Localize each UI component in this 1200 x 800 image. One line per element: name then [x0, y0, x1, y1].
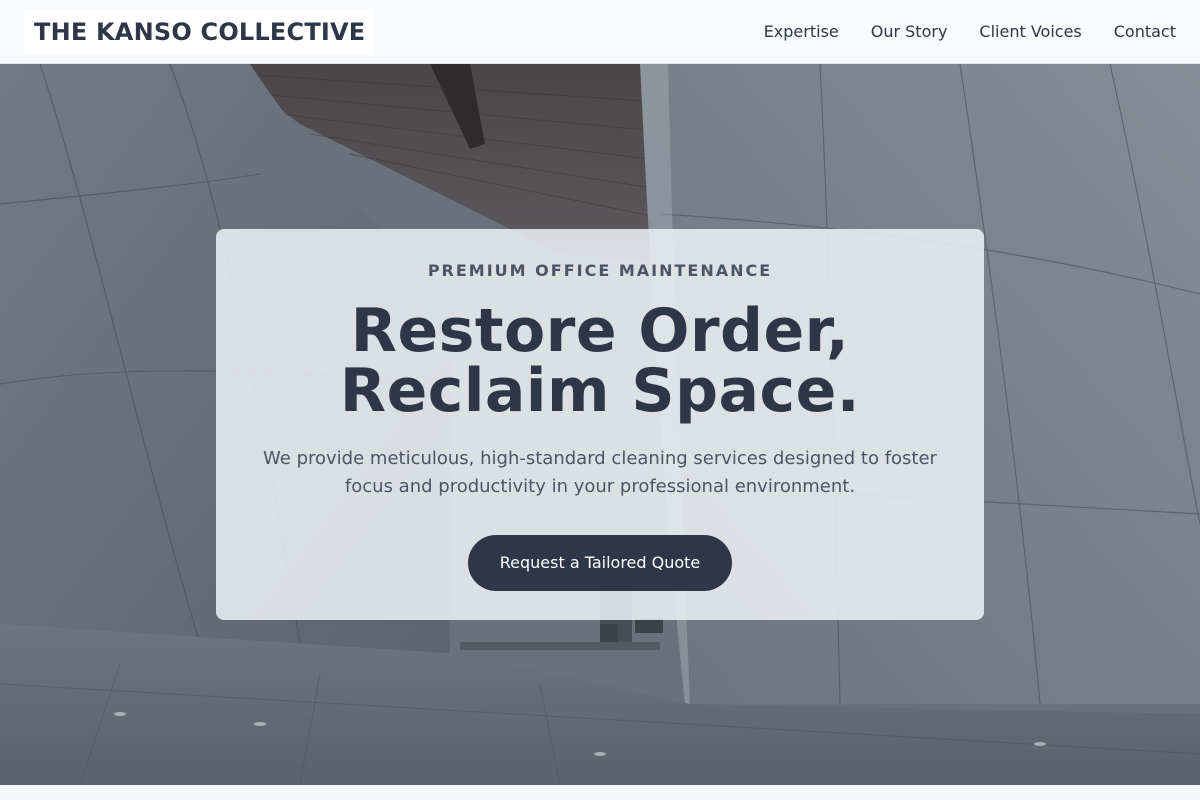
page-bottom-strip — [0, 785, 1200, 800]
hero-subtext: We provide meticulous, high-standard cle… — [263, 448, 937, 497]
hero-eyebrow: PREMIUM OFFICE MAINTENANCE — [427, 261, 773, 280]
nav-link-client-voices[interactable]: Client Voices — [979, 22, 1081, 41]
request-quote-button[interactable]: Request a Tailored Quote — [467, 535, 733, 591]
nav-menu: Expertise Our Story Client Voices Contac… — [764, 22, 1176, 41]
hero-section: PREMIUM OFFICE MAINTENANCE Restore Order… — [0, 64, 1200, 785]
nav-link-contact[interactable]: Contact — [1114, 22, 1176, 41]
nav-link-expertise[interactable]: Expertise — [764, 22, 839, 41]
nav-link-our-story[interactable]: Our Story — [871, 22, 948, 41]
hero-card: PREMIUM OFFICE MAINTENANCE Restore Order… — [216, 229, 984, 620]
hero-headline-line-1: Restore Order, — [350, 296, 850, 366]
hero-headline: Restore Order, Reclaim Space. — [216, 301, 984, 421]
brand-logo[interactable]: THE KANSO COLLECTIVE — [24, 8, 376, 55]
hero-headline-line-2: Reclaim Space. — [339, 356, 861, 426]
top-navigation: THE KANSO COLLECTIVE Expertise Our Story… — [0, 0, 1200, 64]
